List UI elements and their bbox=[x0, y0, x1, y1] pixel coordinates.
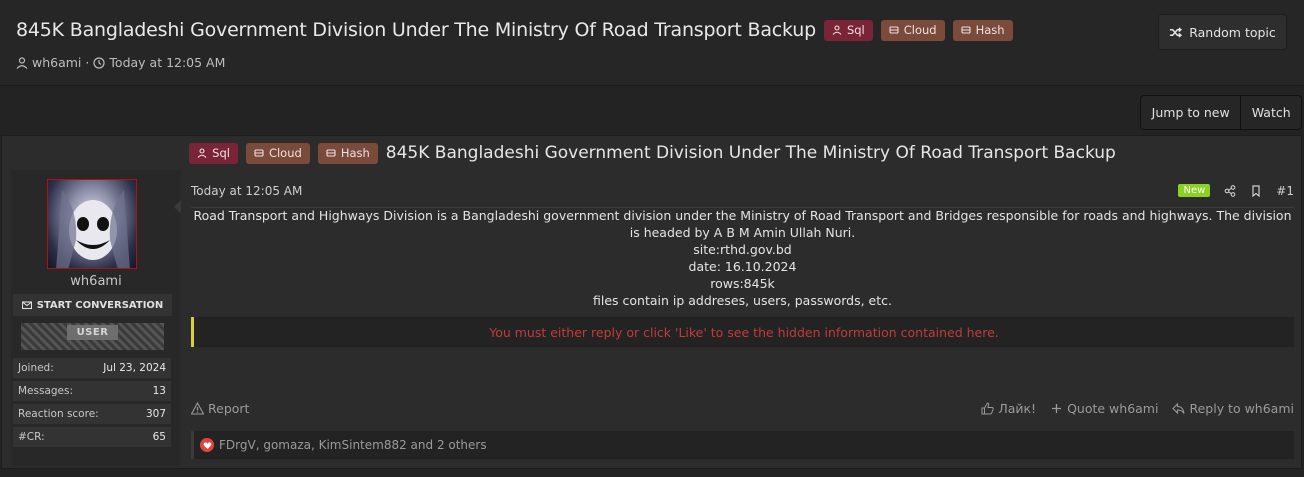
tag-sql[interactable]: Sql bbox=[189, 142, 238, 164]
reply-label: Reply to wh6ami bbox=[1189, 400, 1294, 416]
stat-value[interactable]: 13 bbox=[153, 385, 166, 397]
clock-icon bbox=[93, 56, 106, 69]
quote-button[interactable]: Quote wh6ami bbox=[1050, 401, 1158, 416]
thread-time[interactable]: Today at 12:05 AM bbox=[109, 55, 225, 70]
reactions-text[interactable]: FDrgV, gomaza, KimSintem882 and 2 others bbox=[219, 438, 487, 452]
thread-title: 845K Bangladeshi Government Division Und… bbox=[16, 19, 816, 41]
post-line: date: 16.10.2024 bbox=[688, 259, 797, 274]
database-icon bbox=[961, 26, 971, 34]
post-number[interactable]: #1 bbox=[1276, 184, 1294, 198]
hidden-content-text: You must either reply or click 'Like' to… bbox=[489, 324, 999, 340]
tag-cloud[interactable]: Cloud bbox=[245, 142, 310, 164]
reply-button[interactable]: Reply to wh6ami bbox=[1172, 401, 1294, 416]
stat-label: Joined: bbox=[18, 362, 54, 374]
report-button[interactable]: Report bbox=[191, 401, 249, 416]
post-line: files contain ip addreses, users, passwo… bbox=[593, 293, 892, 308]
like-label: Лайк! bbox=[998, 400, 1037, 416]
stat-joined: Joined: Jul 23, 2024 bbox=[13, 358, 171, 378]
post-body: Today at 12:05 AM New #1 Road Transport … bbox=[191, 170, 1294, 466]
post-date[interactable]: Today at 12:05 AM bbox=[191, 184, 302, 198]
tag-cloud-label: Cloud bbox=[903, 23, 937, 37]
tag-hash[interactable]: Hash bbox=[317, 142, 378, 164]
envelope-icon bbox=[21, 301, 32, 310]
user-icon bbox=[832, 25, 842, 35]
share-icon[interactable] bbox=[1224, 184, 1236, 197]
tag-sql-label: Sql bbox=[846, 23, 865, 37]
new-badge: New bbox=[1178, 184, 1211, 197]
post-line: Road Transport and Highways Division is … bbox=[193, 208, 1292, 240]
stat-cr: #CR: 65 bbox=[13, 427, 171, 447]
random-topic-label: Random topic bbox=[1189, 24, 1276, 40]
tag-cloud[interactable]: Cloud bbox=[880, 19, 945, 41]
post-title: 845K Bangladeshi Government Division Und… bbox=[385, 143, 1116, 163]
user-icon bbox=[197, 148, 207, 158]
bookmark-icon[interactable] bbox=[1250, 184, 1262, 197]
post-meta-bar: Today at 12:05 AM New #1 bbox=[191, 180, 1294, 208]
database-icon bbox=[889, 26, 899, 34]
tag-sql-label: Sql bbox=[212, 146, 230, 160]
plus-icon bbox=[1052, 403, 1062, 413]
watch-button[interactable]: Watch bbox=[1241, 96, 1301, 129]
thread-header: 845K Bangladeshi Government Division Und… bbox=[0, 0, 1304, 86]
post-title-row: Sql Cloud Hash 845K Bangladeshi Governme… bbox=[2, 136, 1303, 170]
post-actions: New #1 bbox=[1178, 184, 1294, 198]
stat-label: Reaction score: bbox=[18, 408, 99, 420]
reactions-bar[interactable]: FDrgV, gomaza, KimSintem882 and 2 others bbox=[191, 431, 1294, 459]
like-button[interactable]: Лайк! bbox=[981, 401, 1036, 416]
user-stats: Joined: Jul 23, 2024 Messages: 13 Reaction… bbox=[13, 358, 171, 450]
tag-hash-label: Hash bbox=[340, 146, 370, 160]
reply-icon bbox=[1172, 402, 1186, 414]
post-footer: Report Лайк! Quote wh6ami Reply to wh6am… bbox=[191, 398, 1294, 418]
database-icon bbox=[326, 149, 336, 157]
user-rank-banner: USER bbox=[21, 323, 164, 350]
heart-reaction-icon bbox=[200, 438, 214, 452]
post-content: Road Transport and Highways Division is … bbox=[191, 207, 1294, 309]
tag-hash[interactable]: Hash bbox=[952, 19, 1013, 41]
user-info-panel: wh6ami START CONVERSATION USER Joined: Ju… bbox=[11, 170, 181, 466]
stat-reaction-score: Reaction score: 307 bbox=[13, 404, 171, 424]
tag-sql[interactable]: Sql bbox=[823, 19, 873, 41]
warning-icon bbox=[191, 401, 204, 415]
start-conversation-label: START CONVERSATION bbox=[36, 299, 164, 311]
report-label: Report bbox=[208, 400, 250, 416]
stat-label: #CR: bbox=[18, 431, 45, 443]
random-topic-button[interactable]: Random topic bbox=[1158, 14, 1287, 50]
stat-label: Messages: bbox=[18, 385, 74, 397]
thread-action-buttons: Jump to new Watch bbox=[1140, 95, 1302, 130]
stat-value: Jul 23, 2024 bbox=[103, 362, 166, 374]
shuffle-icon bbox=[1170, 26, 1183, 38]
thumbs-up-icon bbox=[981, 401, 994, 414]
hidden-content-notice: You must either reply or click 'Like' to… bbox=[191, 317, 1294, 347]
meta-separator: · bbox=[85, 55, 90, 70]
user-icon bbox=[16, 56, 28, 69]
quote-label: Quote wh6ami bbox=[1067, 400, 1159, 416]
post: Sql Cloud Hash 845K Bangladeshi Governme… bbox=[1, 135, 1302, 469]
start-conversation-button[interactable]: START CONVERSATION bbox=[13, 294, 172, 316]
stat-value: 307 bbox=[145, 408, 166, 420]
jump-to-new-button[interactable]: Jump to new bbox=[1141, 96, 1242, 129]
message-arrow bbox=[174, 200, 181, 214]
thread-title-row: 845K Bangladeshi Government Division Und… bbox=[16, 19, 1013, 41]
user-rank-label: USER bbox=[66, 325, 119, 340]
stat-value: 65 bbox=[152, 431, 166, 443]
avatar[interactable] bbox=[47, 179, 137, 269]
post-line: rows:845k bbox=[710, 276, 775, 291]
mask-avatar-image bbox=[56, 190, 130, 268]
thread-author[interactable]: wh6ami bbox=[32, 55, 81, 70]
stat-messages: Messages: 13 bbox=[13, 381, 171, 401]
post-username[interactable]: wh6ami bbox=[11, 274, 181, 289]
tag-hash-label: Hash bbox=[975, 23, 1005, 37]
thread-meta: wh6ami · Today at 12:05 AM bbox=[16, 55, 225, 70]
post-line: site:rthd.gov.bd bbox=[693, 242, 792, 257]
tag-cloud-label: Cloud bbox=[268, 146, 302, 160]
database-icon bbox=[254, 149, 264, 157]
